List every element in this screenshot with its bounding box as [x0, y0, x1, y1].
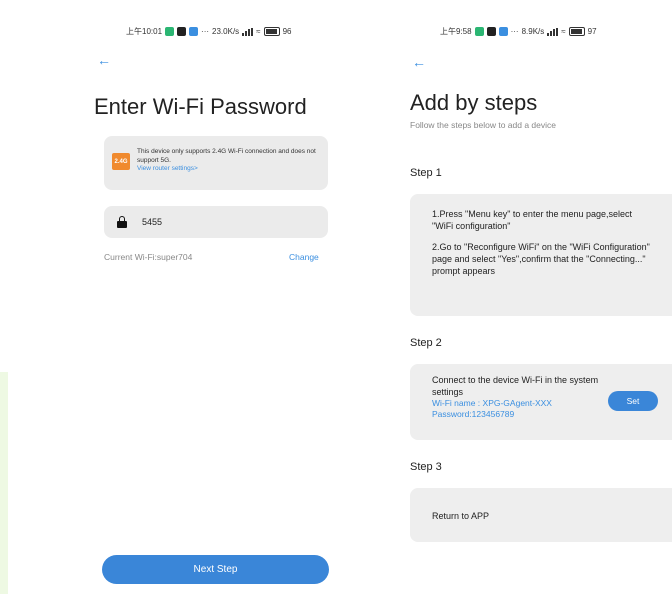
signal-icon: [547, 27, 559, 36]
warning-text-block: This device only supports 2.4G Wi-Fi con…: [137, 148, 319, 174]
step-3-card: Return to APP: [410, 488, 672, 542]
password-field[interactable]: [104, 206, 328, 238]
status-bar-right: 上午9:58 ··· 8.9K/s ≈ 97: [440, 26, 597, 37]
back-arrow-icon[interactable]: ←: [97, 53, 111, 67]
battery-level: 97: [587, 27, 597, 36]
notification-app-icon: [498, 27, 508, 36]
band-2-4g-icon: 2.4G: [112, 153, 130, 170]
notification-app-icon: [165, 27, 175, 36]
status-time: 上午10:01: [126, 27, 163, 36]
view-router-settings-link[interactable]: View router settings>: [137, 165, 319, 174]
device-wifi-name: Wi-Fi name : XPG-GAgent-XXX: [432, 398, 552, 408]
set-button[interactable]: Set: [608, 391, 658, 411]
status-speed: 8.9K/s: [521, 27, 545, 36]
wifi-icon: ≈: [256, 27, 261, 36]
password-input[interactable]: [142, 214, 312, 230]
step-1-instruction-2: 2.Go to "Reconfigure WiFi" on the "WiFi …: [432, 242, 650, 276]
battery-icon: [568, 27, 585, 36]
status-bar-left: 上午10:01 ··· 23.0K/s ≈ 96: [126, 26, 291, 37]
step-3-heading: Step 3: [410, 461, 442, 473]
notification-app-icon: [189, 27, 199, 36]
back-arrow-icon[interactable]: ←: [412, 55, 426, 69]
status-speed: 23.0K/s: [212, 27, 240, 36]
wifi-icon: ≈: [561, 27, 566, 36]
step-2-heading: Step 2: [410, 337, 442, 349]
step-1-instruction-1: 1.Press "Menu key" to enter the menu pag…: [432, 209, 632, 231]
battery-icon: [263, 27, 280, 36]
notification-app-icon: [474, 27, 484, 36]
page-title: Enter Wi-Fi Password: [94, 94, 307, 119]
step-3-instruction: Return to APP: [432, 511, 490, 521]
step-2-instruction: Connect to the device Wi-Fi in the syste…: [432, 374, 612, 420]
status-more-dots: ···: [201, 27, 210, 36]
page-title: Add by steps: [410, 90, 538, 115]
step-1-heading: Step 1: [410, 167, 442, 179]
notification-app-icon: [486, 27, 496, 36]
current-wifi-label: Current Wi-Fi:super704: [104, 252, 193, 262]
step-2-card: Connect to the device Wi-Fi in the syste…: [410, 364, 672, 440]
page-subtitle: Follow the steps below to add a device: [410, 120, 557, 130]
change-wifi-link[interactable]: Change: [289, 252, 319, 262]
battery-level: 96: [282, 27, 292, 36]
signal-icon: [242, 27, 254, 36]
warning-notice: 2.4G This device only supports 2.4G Wi-F…: [104, 136, 328, 190]
lock-icon: [117, 216, 127, 228]
device-wifi-password: Password:123456789: [432, 409, 515, 419]
step-2-text: Connect to the device Wi-Fi in the syste…: [432, 375, 599, 397]
step-1-card: 1.Press "Menu key" to enter the menu pag…: [410, 194, 672, 316]
next-step-button[interactable]: Next Step: [102, 555, 329, 584]
warning-message: This device only supports 2.4G Wi-Fi con…: [137, 148, 316, 164]
notification-app-icon: [177, 27, 187, 36]
status-more-dots: ···: [510, 27, 519, 36]
edge-strip: [0, 372, 8, 594]
status-time: 上午9:58: [440, 27, 472, 36]
